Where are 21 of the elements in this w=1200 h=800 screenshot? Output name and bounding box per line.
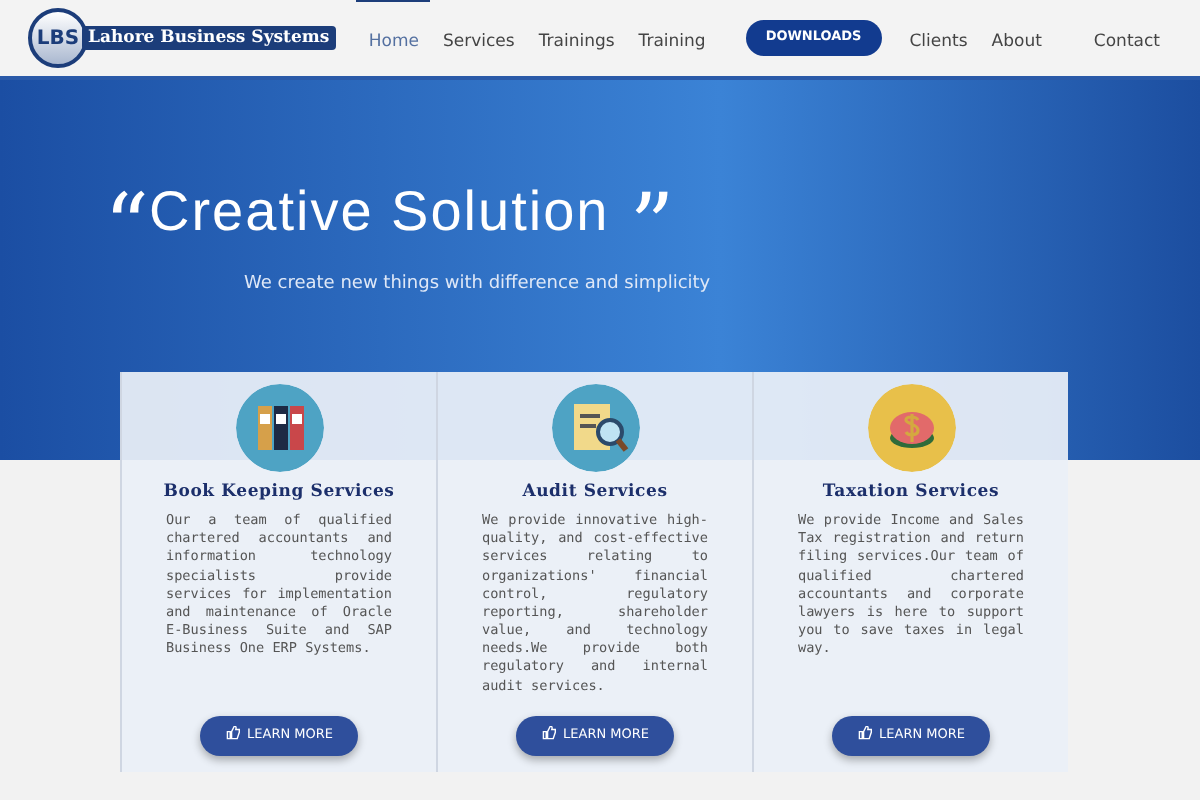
nav-link[interactable]: Clients [897, 0, 980, 81]
binders-icon [235, 384, 323, 472]
nav-link[interactable]: About [979, 0, 1054, 81]
logo-text[interactable]: Lahore Business Systems [82, 26, 336, 50]
service-title: Audit Services [520, 482, 670, 502]
hero-tagline: We create new things with difference and simplicity [244, 272, 713, 298]
thumbs-up-icon [857, 726, 872, 740]
nav-link[interactable]: Trainings [526, 0, 627, 81]
thumbs-up-icon [541, 726, 556, 740]
thumbs-up-icon [225, 726, 240, 740]
service-title: Book Keeping Services [161, 482, 397, 502]
quote-mark: “ [104, 184, 149, 272]
coin-stack-icon [867, 384, 955, 472]
nav-link[interactable]: Services [430, 0, 527, 81]
nav-link[interactable]: Contact [1081, 0, 1172, 81]
logo-icon[interactable]: LBS [28, 8, 88, 68]
service-title: Taxation Services [820, 482, 1002, 502]
quote-mark: ” [629, 184, 675, 272]
magnifier-document-icon [551, 384, 639, 472]
nav-link[interactable]: Training [626, 0, 718, 81]
hero-title: Creative Solution [149, 184, 610, 240]
